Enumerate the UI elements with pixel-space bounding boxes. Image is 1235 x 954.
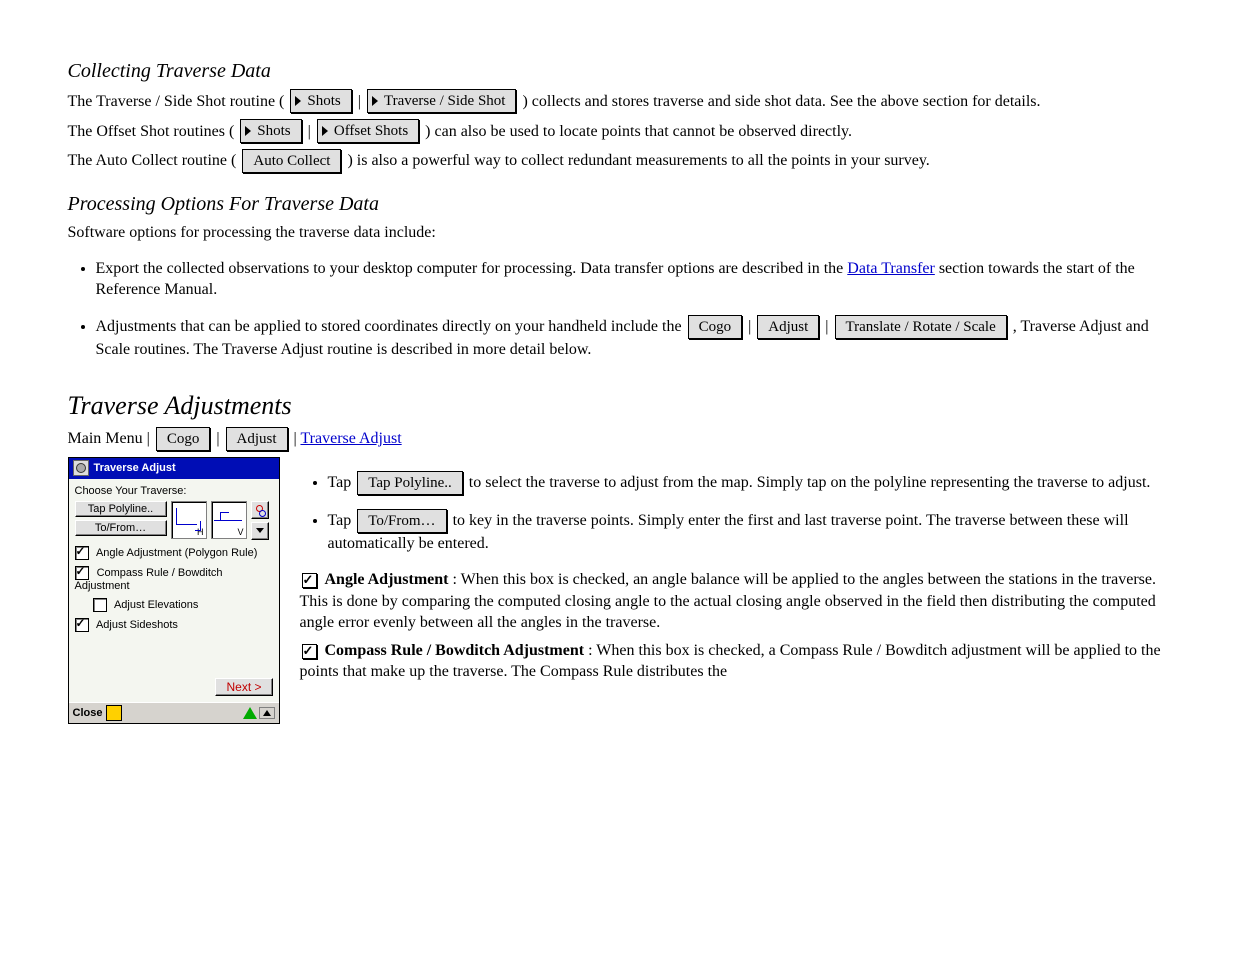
text: Main Menu | [68, 430, 154, 447]
text: to key in the traverse points. Simply en… [328, 512, 1129, 552]
para-offset: The Offset Shot routines ( Shots | Offse… [68, 119, 1168, 143]
btn-tap-polyline-inline[interactable]: Tap Polyline.. [357, 471, 463, 495]
preview-vertical: V [211, 501, 247, 539]
btn-to-from-inline[interactable]: To/From… [357, 509, 446, 533]
menu-shots-button[interactable]: Shots [290, 89, 351, 113]
checkbox-angle-adjustment[interactable] [75, 546, 89, 560]
bullet-export: Export the collected observations to you… [96, 258, 1168, 301]
text: ) can also be used to locate points that… [425, 123, 852, 140]
heading-collecting: Collecting Traverse Data [68, 60, 1168, 83]
label: Offset Shots [334, 121, 408, 141]
text: Adjustments that can be applied to store… [96, 318, 686, 335]
text: Tap [328, 474, 356, 491]
label: Shots [257, 121, 290, 141]
checkbox-compass-rule[interactable] [75, 566, 89, 580]
opt-angle-adjustment[interactable]: Angle Adjustment (Polygon Rule) [75, 546, 273, 560]
label: Adjust Elevations [114, 599, 198, 611]
choose-label: Choose Your Traverse: [75, 485, 273, 497]
bullet-adjust: Adjustments that can be applied to store… [96, 315, 1168, 361]
main-menu-path: Main Menu | Cogo | Adjust | Traverse Adj… [68, 427, 1168, 451]
preview-label-v: V [237, 527, 243, 537]
opt-compass-rule[interactable]: Compass Rule / Bowditch Adjustment [75, 566, 273, 592]
label: Adjust Sideshots [96, 619, 178, 631]
dialog-traverse-adjust: Traverse Adjust Choose Your Traverse: Ta… [68, 457, 280, 724]
label: Compass Rule / Bowditch Adjustment [75, 567, 223, 592]
btn-cogo-2[interactable]: Cogo [156, 427, 211, 451]
checkbox-adjust-elevations[interactable] [93, 598, 107, 612]
btn-tap-polyline[interactable]: Tap Polyline.. [75, 501, 167, 517]
text: Export the collected observations to you… [96, 260, 848, 277]
para-autocollect: The Auto Collect routine ( Auto Collect … [68, 149, 1168, 173]
heading-traverse-adjustments: Traverse Adjustments [68, 391, 1168, 421]
text: ) is also a powerful way to collect redu… [347, 152, 929, 169]
label: Auto Collect [253, 151, 330, 171]
menu-shots-button-2[interactable]: Shots [240, 119, 301, 143]
next-button[interactable]: Next > [215, 678, 272, 696]
btn-cogo[interactable]: Cogo [688, 315, 743, 339]
para-traverse-side: The Traverse / Side Shot routine ( Shots… [68, 89, 1168, 113]
para-compass-rule: Compass Rule / Bowditch Adjustment : Whe… [300, 640, 1168, 683]
preview-label-h: H [197, 527, 204, 537]
text: The Traverse / Side Shot routine ( [68, 93, 285, 110]
dialog-statusbar: Close [69, 702, 279, 723]
btn-translate[interactable]: Translate / Rotate / Scale [835, 315, 1007, 339]
menu-offset-button[interactable]: Offset Shots [317, 119, 419, 143]
text: | [308, 123, 315, 140]
para-angle-adjustment: Angle Adjustment : When this box is chec… [300, 569, 1168, 634]
label: Shots [307, 91, 340, 111]
text: | [748, 318, 755, 335]
text: | [358, 93, 365, 110]
text: | [216, 430, 223, 447]
btn-to-from[interactable]: To/From… [75, 520, 167, 536]
checkbox-inline-compass [302, 644, 317, 659]
btn-adjust-2[interactable]: Adjust [226, 427, 288, 451]
processing-intro: Software options for processing the trav… [68, 222, 1168, 244]
text: ) collects and stores traverse and side … [522, 93, 1040, 110]
bullet-tap-polyline: Tap Tap Polyline.. to select the travers… [328, 471, 1168, 495]
menu-autocollect-button[interactable]: Auto Collect [242, 149, 341, 173]
link-traverse-adjust[interactable]: Traverse Adjust [300, 430, 401, 447]
up-icon[interactable] [259, 707, 275, 719]
app-icon [73, 460, 89, 476]
opt-adjust-elevations[interactable]: Adjust Elevations [93, 598, 273, 612]
menu-traverse-side-button[interactable]: Traverse / Side Shot [367, 89, 517, 113]
dialog-title: Traverse Adjust [94, 462, 176, 474]
dialog-titlebar: Traverse Adjust [69, 458, 279, 479]
dropdown-icon[interactable] [251, 522, 269, 540]
link-data-transfer[interactable]: Data Transfer [847, 260, 935, 277]
opt-adjust-sideshots[interactable]: Adjust Sideshots [75, 618, 273, 632]
label-angle-adjustment: Angle Adjustment [325, 571, 449, 588]
label-compass-rule: Compass Rule / Bowditch Adjustment [325, 642, 585, 659]
preview-horizontal: H [171, 501, 207, 539]
btn-adjust[interactable]: Adjust [757, 315, 819, 339]
text: The Offset Shot routines ( [68, 123, 235, 140]
alert-icon[interactable] [243, 707, 257, 719]
text: to select the traverse to adjust from th… [469, 474, 1151, 491]
zoom-extents-icon[interactable] [251, 501, 269, 519]
bullet-to-from: Tap To/From… to key in the traverse poin… [328, 509, 1168, 555]
label: Traverse / Side Shot [384, 91, 506, 111]
label: Angle Adjustment (Polygon Rule) [96, 547, 257, 559]
keyboard-icon[interactable] [106, 705, 122, 721]
checkbox-adjust-sideshots[interactable] [75, 618, 89, 632]
checkbox-inline-angle [302, 573, 317, 588]
text: | [825, 318, 832, 335]
heading-processing: Processing Options For Traverse Data [68, 193, 1168, 216]
text: The Auto Collect routine ( [68, 152, 237, 169]
text: Tap [328, 512, 356, 529]
close-button[interactable]: Close [73, 707, 103, 719]
